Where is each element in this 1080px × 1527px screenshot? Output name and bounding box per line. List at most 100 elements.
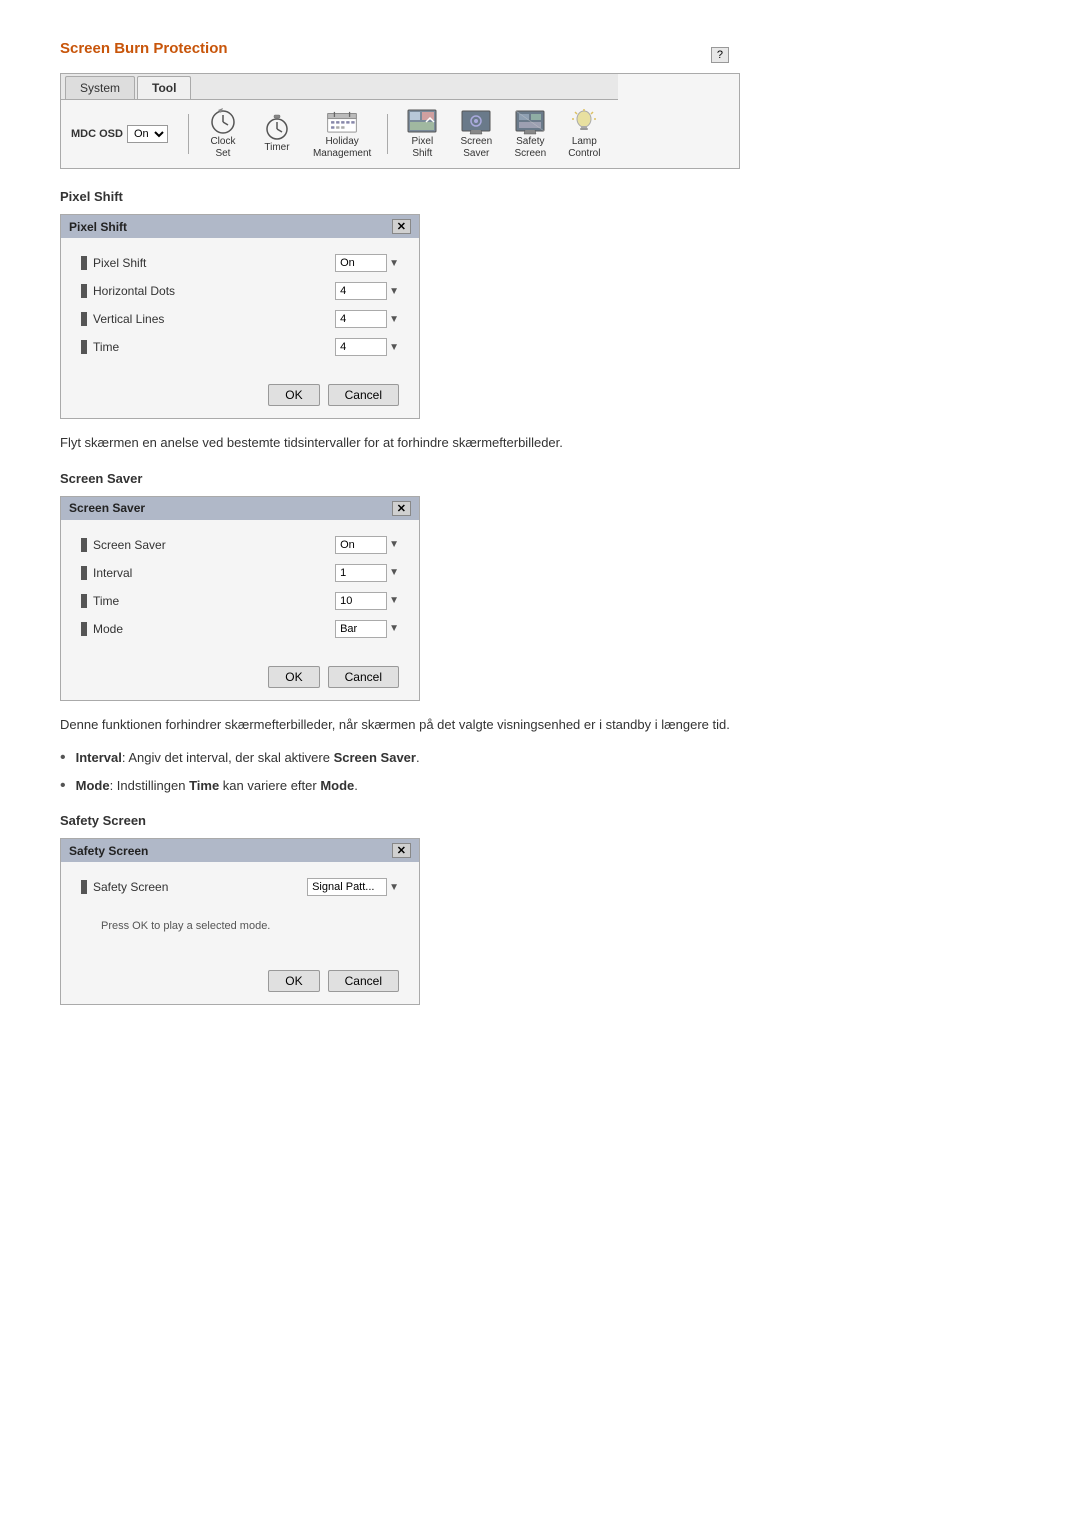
toolbar-item-safety-screen[interactable]: SafetyScreen: [506, 106, 554, 162]
row-indicator-3: [81, 340, 87, 354]
pixel-shift-row-3: Time ▼: [81, 338, 399, 356]
lamp-control-label: LampControl: [568, 136, 600, 160]
screen-saver-ok-button[interactable]: OK: [268, 666, 319, 688]
tab-system[interactable]: System: [65, 76, 135, 99]
screen-saver-close-button[interactable]: ✕: [392, 501, 411, 516]
ss2-dropdown-arrow-0[interactable]: ▼: [389, 882, 399, 893]
screen-saver-icon: [460, 108, 492, 136]
screen-saver-section-title: Screen Saver: [60, 471, 1020, 486]
page-title: Screen Burn Protection: [60, 40, 1020, 57]
safety-screen-input-0[interactable]: [307, 878, 387, 896]
screen-saver-cancel-button[interactable]: Cancel: [328, 666, 399, 688]
screen-saver-input-3[interactable]: [335, 620, 387, 638]
ss-row-indicator-3: [81, 622, 87, 636]
ss-row-indicator-2: [81, 594, 87, 608]
toolbar-item-timer[interactable]: Timer: [253, 112, 301, 156]
mdc-osd-select[interactable]: On Off: [127, 125, 168, 143]
row-indicator-2: [81, 312, 87, 326]
screen-saver-input-1[interactable]: [335, 564, 387, 582]
screen-saver-body: Screen Saver ▼ Interval ▼ Time: [61, 520, 419, 658]
pixel-shift-control-3: ▼: [335, 338, 399, 356]
toolbar-container: System Tool MDC OSD On Off: [60, 73, 740, 169]
pixel-shift-input-2[interactable]: [335, 310, 387, 328]
safety-screen-cancel-button[interactable]: Cancel: [328, 970, 399, 992]
pixel-shift-label-3: Time: [93, 340, 119, 354]
pixel-shift-title-bar: Pixel Shift ✕: [61, 215, 419, 238]
screen-saver-control-1: ▼: [335, 564, 399, 582]
screen-saver-input-2[interactable]: [335, 592, 387, 610]
screen-saver-label-0: Screen Saver: [93, 538, 166, 552]
ss-dropdown-arrow-3[interactable]: ▼: [389, 623, 399, 634]
mdc-osd-label: MDC OSD: [71, 128, 123, 140]
toolbar-item-screen-saver[interactable]: ScreenSaver: [452, 106, 500, 162]
row-indicator-1: [81, 284, 87, 298]
screen-saver-row-0: Screen Saver ▼: [81, 536, 399, 554]
pixel-shift-description: Flyt skærmen en anelse ved bestemte tids…: [60, 433, 760, 453]
holiday-icon: [326, 108, 358, 136]
pixel-shift-dialog: Pixel Shift ✕ Pixel Shift ▼ Horizontal D…: [60, 214, 420, 419]
safety-screen-section-title: Safety Screen: [60, 813, 1020, 828]
pixel-shift-icon: [406, 108, 438, 136]
pixel-shift-close-button[interactable]: ✕: [392, 219, 411, 234]
dropdown-arrow-3[interactable]: ▼: [389, 342, 399, 353]
safety-screen-dialog-title: Safety Screen: [69, 844, 148, 858]
toolbar-item-holiday[interactable]: HolidayManagement: [307, 106, 377, 162]
safety-screen-info-text: Press OK to play a selected mode.: [81, 916, 399, 942]
screen-saver-control-0: ▼: [335, 536, 399, 554]
safety-screen-dialog: Safety Screen ✕ Safety Screen ▼ Press OK…: [60, 838, 420, 1005]
ss-row-indicator-0: [81, 538, 87, 552]
safety-screen-title-bar: Safety Screen ✕: [61, 839, 419, 862]
toolbar-item-pixel-shift[interactable]: PixelShift: [398, 106, 446, 162]
pixel-shift-ok-button[interactable]: OK: [268, 384, 319, 406]
screen-saver-input-0[interactable]: [335, 536, 387, 554]
pixel-shift-input-3[interactable]: [335, 338, 387, 356]
pixel-shift-cancel-button[interactable]: Cancel: [328, 384, 399, 406]
timer-label: Timer: [264, 142, 289, 154]
toolbar-item-clock-set[interactable]: ClockSet: [199, 106, 247, 162]
toolbar-tabs: System Tool: [61, 74, 618, 100]
screen-saver-control-2: ▼: [335, 592, 399, 610]
ss-dropdown-arrow-2[interactable]: ▼: [389, 595, 399, 606]
screen-saver-bullet-list: • Interval: Angiv det interval, der skal…: [60, 748, 1020, 795]
toolbar-divider: [188, 114, 189, 154]
toolbar-divider-2: [387, 114, 388, 154]
pixel-shift-control-2: ▼: [335, 310, 399, 328]
bullet-dot-1: •: [60, 776, 66, 795]
pixel-shift-row-2: Vertical Lines ▼: [81, 310, 399, 328]
safety-screen-ok-button[interactable]: OK: [268, 970, 319, 992]
bullet-item-mode: • Mode: Indstillingen Time kan variere e…: [60, 776, 760, 796]
bullet-item-interval: • Interval: Angiv det interval, der skal…: [60, 748, 760, 768]
pixel-shift-footer: OK Cancel: [61, 376, 419, 418]
ss-dropdown-arrow-1[interactable]: ▼: [389, 567, 399, 578]
pixel-shift-row-1: Horizontal Dots ▼: [81, 282, 399, 300]
screen-saver-description: Denne funktionen forhindrer skærmefterbi…: [60, 715, 760, 735]
screen-saver-control-3: ▼: [335, 620, 399, 638]
help-button[interactable]: ?: [711, 47, 729, 63]
pixel-shift-label-1: Horizontal Dots: [93, 284, 175, 298]
ss2-row-indicator-0: [81, 880, 87, 894]
clock-icon: [207, 108, 239, 136]
pixel-shift-control-1: ▼: [335, 282, 399, 300]
screen-saver-label-3: Mode: [93, 622, 123, 636]
dropdown-arrow-1[interactable]: ▼: [389, 286, 399, 297]
pixel-shift-label-2: Vertical Lines: [93, 312, 164, 326]
bullet-text-0: Interval: Angiv det interval, der skal a…: [76, 748, 420, 768]
toolbar-item-lamp-control[interactable]: LampControl: [560, 106, 608, 162]
safety-screen-close-button[interactable]: ✕: [392, 843, 411, 858]
dropdown-arrow-0[interactable]: ▼: [389, 258, 399, 269]
safety-screen-label: SafetyScreen: [514, 136, 546, 160]
pixel-shift-dialog-title: Pixel Shift: [69, 220, 127, 234]
pixel-shift-row-0: Pixel Shift ▼: [81, 254, 399, 272]
timer-icon: [261, 114, 293, 142]
pixel-shift-body: Pixel Shift ▼ Horizontal Dots ▼ Vertical…: [61, 238, 419, 376]
tab-tool[interactable]: Tool: [137, 76, 191, 99]
dropdown-arrow-2[interactable]: ▼: [389, 314, 399, 325]
safety-screen-field-label: Safety Screen: [93, 880, 168, 894]
ss-dropdown-arrow-0[interactable]: ▼: [389, 539, 399, 550]
pixel-shift-input-0[interactable]: [335, 254, 387, 272]
safety-screen-icon: [514, 108, 546, 136]
pixel-shift-input-1[interactable]: [335, 282, 387, 300]
screen-saver-label-2: Time: [93, 594, 119, 608]
screen-saver-label-1: Interval: [93, 566, 132, 580]
bullet-text-1: Mode: Indstillingen Time kan variere eft…: [76, 776, 358, 796]
